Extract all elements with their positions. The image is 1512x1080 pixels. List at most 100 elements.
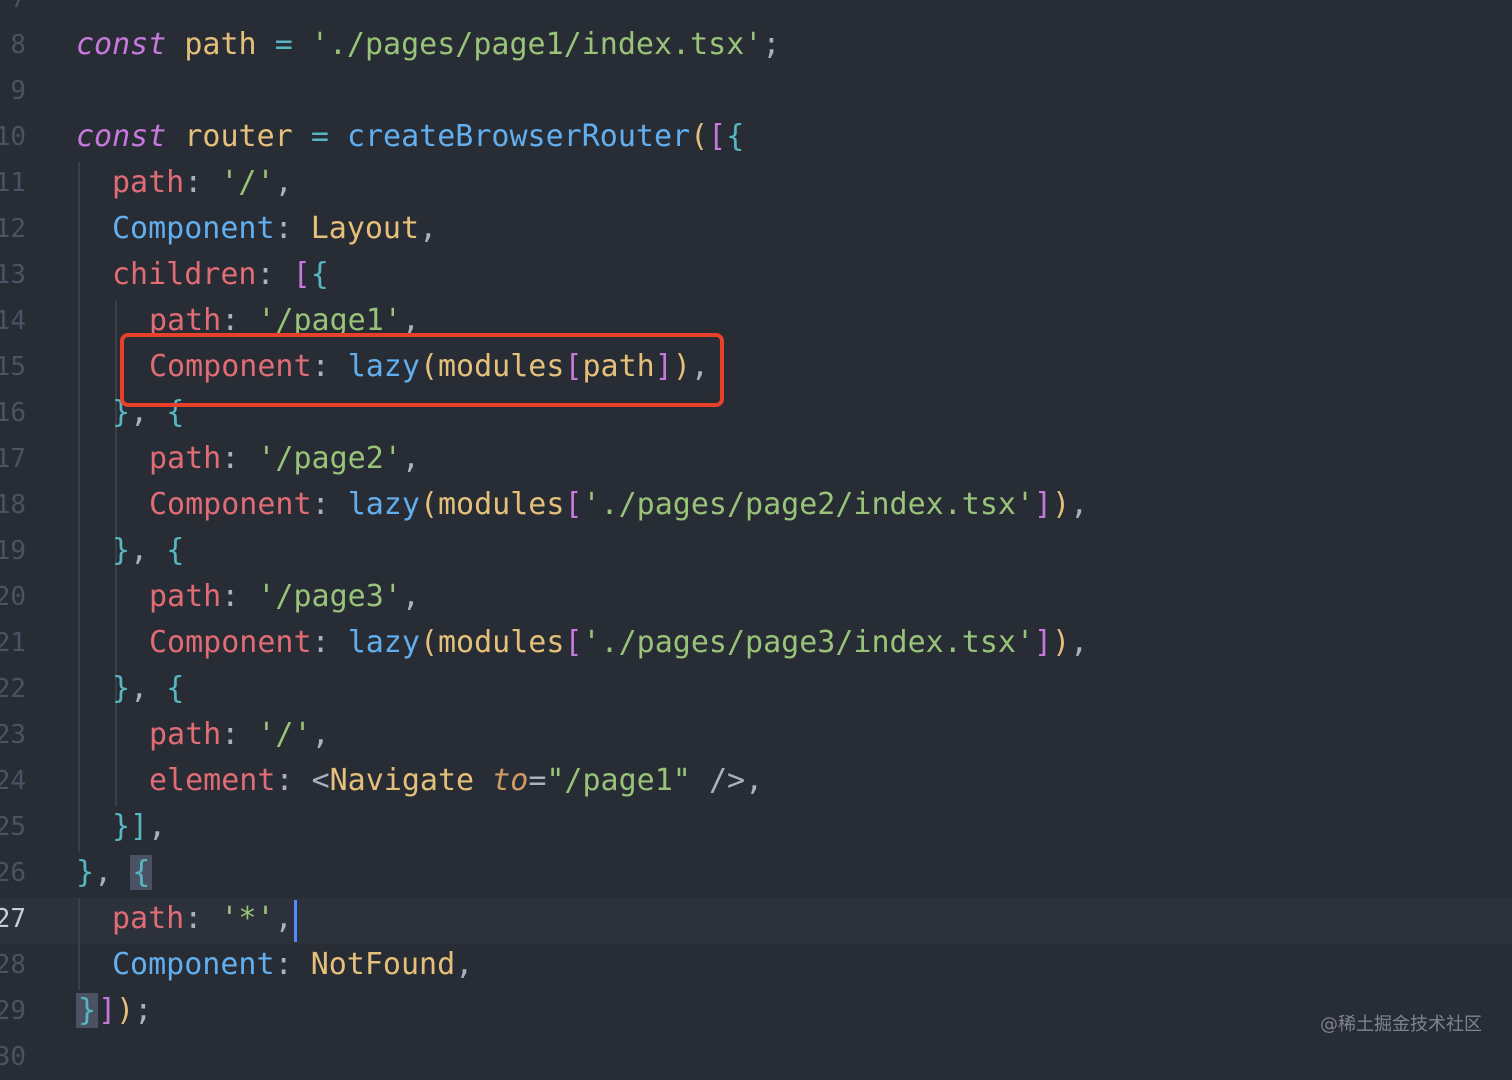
- property-key: path: [149, 579, 222, 614]
- matched-bracket: {: [130, 855, 153, 890]
- code-line-18[interactable]: Component: lazy(modules['./pages/page2/i…: [149, 482, 1088, 528]
- punctuation: ;: [762, 27, 781, 62]
- property-key: path: [112, 165, 185, 200]
- jsx-attribute: to: [492, 763, 529, 798]
- punctuation: :: [275, 763, 294, 798]
- keyword: const: [76, 119, 167, 154]
- punctuation: ;: [134, 993, 153, 1028]
- punctuation: :: [311, 487, 330, 522]
- bracket: {: [726, 119, 745, 154]
- line-number: 18: [0, 490, 26, 520]
- operator: =: [310, 119, 329, 154]
- bracket: {: [310, 257, 329, 292]
- code-line-13[interactable]: children: [{: [112, 252, 329, 298]
- punctuation: />: [708, 763, 746, 798]
- property-key: Component: [149, 487, 312, 522]
- line-number: 9: [10, 76, 26, 106]
- code-line-23[interactable]: path: '/',: [149, 712, 330, 758]
- punctuation: ,: [455, 947, 474, 982]
- line-number: 15: [0, 352, 26, 382]
- code-line-20[interactable]: path: '/page3',: [149, 574, 420, 620]
- function-name: lazy: [347, 487, 420, 522]
- identifier: path: [184, 27, 257, 62]
- bracket: }: [112, 533, 131, 568]
- code-line-22[interactable]: }, {: [112, 666, 184, 712]
- code-editor[interactable]: 7 8 9 10 11 12 13 14 15 16 17 18 19 20 2…: [0, 0, 1512, 1072]
- line-number: 29: [0, 996, 26, 1026]
- code-line-8[interactable]: const path = './pages/page1/index.tsx';: [76, 22, 780, 68]
- punctuation: ,: [401, 579, 420, 614]
- property-key: path: [149, 717, 222, 752]
- watermark: @稀土掘金技术社区: [1320, 1014, 1482, 1035]
- bracket: (: [419, 487, 438, 522]
- code-line-12[interactable]: Component: Layout,: [112, 206, 437, 252]
- bracket: [: [564, 487, 583, 522]
- function-name: lazy: [347, 625, 420, 660]
- code-line-26[interactable]: }, {: [76, 850, 153, 896]
- line-number: 30: [0, 1042, 26, 1072]
- line-number: 24: [0, 766, 26, 796]
- line-number: 12: [0, 214, 26, 244]
- property-key: element: [149, 763, 276, 798]
- code-line-19[interactable]: }, {: [112, 528, 184, 574]
- punctuation: :: [221, 441, 240, 476]
- bracket: ]: [98, 993, 117, 1028]
- indent-guide-1: [78, 162, 80, 852]
- string-literal: '/page3': [257, 579, 402, 614]
- bracket: }: [112, 671, 131, 706]
- code-line-21[interactable]: Component: lazy(modules['./pages/page3/i…: [149, 620, 1088, 666]
- keyword: const: [76, 27, 167, 62]
- bracket: (: [419, 625, 438, 660]
- punctuation: ,: [130, 533, 149, 568]
- code-line-28[interactable]: Component: NotFound,: [112, 942, 473, 988]
- bracket: ]: [1034, 625, 1053, 660]
- line-number: 13: [0, 260, 26, 290]
- punctuation: ,: [274, 165, 293, 200]
- punctuation: :: [311, 625, 330, 660]
- operator: =: [274, 27, 293, 62]
- code-line-17[interactable]: path: '/page2',: [149, 436, 420, 482]
- code-line-25[interactable]: }],: [112, 804, 166, 850]
- property-key: Component: [112, 947, 275, 982]
- punctuation: ,: [745, 763, 764, 798]
- line-number: 19: [0, 536, 26, 566]
- matched-bracket: }: [76, 993, 99, 1028]
- line-number: 23: [0, 720, 26, 750]
- punctuation: <: [311, 763, 330, 798]
- bracket: }]: [112, 809, 149, 844]
- code-line-27[interactable]: path: '*',: [112, 896, 293, 942]
- punctuation: ,: [130, 671, 149, 706]
- punctuation: ,: [1070, 625, 1089, 660]
- punctuation: ,: [274, 901, 293, 936]
- string-literal: "/page1": [546, 763, 691, 798]
- code-line-10[interactable]: const router = createBrowserRouter([{: [76, 114, 744, 160]
- string-literal: '/page2': [257, 441, 402, 476]
- line-number: 20: [0, 582, 26, 612]
- code-line-24[interactable]: element: <Navigate to="/page1" />,: [149, 758, 763, 804]
- punctuation: ,: [419, 211, 438, 246]
- line-number: 21: [0, 628, 26, 658]
- property-key: Component: [149, 625, 312, 660]
- string-literal: './pages/page2/index.tsx': [582, 487, 1035, 522]
- string-literal: '/': [257, 717, 312, 752]
- punctuation: ,: [401, 441, 420, 476]
- bracket: {: [166, 533, 185, 568]
- punctuation: :: [221, 717, 240, 752]
- line-number: 25: [0, 812, 26, 842]
- property-key: children: [112, 257, 257, 292]
- line-number: 17: [0, 444, 26, 474]
- identifier: modules: [438, 487, 565, 522]
- property-key: path: [149, 441, 222, 476]
- line-number-active: 27: [0, 904, 26, 934]
- line-number: 28: [0, 950, 26, 980]
- bracket: ]: [1034, 487, 1053, 522]
- punctuation: :: [274, 947, 293, 982]
- code-line-29[interactable]: }]);: [76, 988, 152, 1034]
- indent-guide-3: [78, 898, 80, 990]
- property-key: Component: [112, 211, 275, 246]
- code-line-11[interactable]: path: '/',: [112, 160, 293, 206]
- bracket: (: [690, 119, 709, 154]
- punctuation: :: [274, 211, 293, 246]
- identifier: router: [184, 119, 293, 154]
- function-name: createBrowserRouter: [346, 119, 691, 154]
